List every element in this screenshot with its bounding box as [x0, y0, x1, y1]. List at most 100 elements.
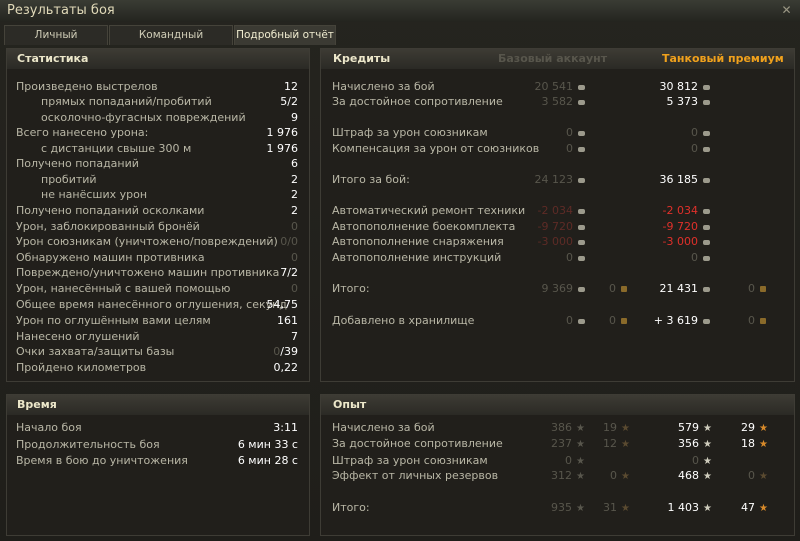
credit-icon — [578, 286, 585, 292]
tab-personal-result[interactable]: Личный результат — [4, 25, 108, 60]
stat-value: 54,75 — [266, 298, 299, 311]
credit-label: Штраф за урон союзникам — [332, 126, 488, 139]
stat-label: пробитий — [41, 173, 97, 186]
xp-row: Штраф за урон союзникам 0 ★ 0 ★ — [332, 454, 792, 468]
stat-row: с дистанции свыше 300 м 1 976 — [16, 142, 298, 156]
xp-basic-value: 237 — [551, 437, 573, 450]
stats-header: Статистика — [7, 49, 309, 69]
time-label: Время в бою до уничтожения — [16, 454, 188, 467]
gold-icon — [621, 318, 627, 324]
credit-label: Добавлено в хранилище — [332, 314, 475, 327]
credit-basic-value: 24 123 — [534, 173, 574, 186]
credit-icon — [578, 255, 585, 261]
credit-basic: -2 034 — [538, 204, 585, 218]
stat-label: Очки захвата/защиты базы — [16, 345, 175, 358]
credit-label: Компенсация за урон от союзников — [332, 142, 540, 155]
stat-value: 161 — [277, 314, 298, 327]
credit-premium: 21 431 — [659, 282, 710, 296]
time-row: Продолжительность боя 6 мин 33 с — [16, 438, 298, 452]
close-icon[interactable]: ✕ — [779, 3, 794, 18]
credit-premium-value: 0 — [691, 251, 698, 264]
credit-label: За достойное сопротивление — [332, 95, 503, 108]
xp-premium-free: 29 ★ — [741, 421, 768, 436]
credit-icon — [578, 99, 585, 105]
credit-premium-value: 21 431 — [659, 282, 699, 295]
stat-row: Пройдено километров 0,22 — [16, 361, 298, 375]
tab-detailed-report[interactable]: Подробный отчёт — [234, 25, 336, 45]
credit-premium-value: 5 373 — [666, 95, 699, 108]
time-label: Продолжительность боя — [16, 438, 160, 451]
stat-value: 7 — [291, 330, 298, 343]
time-header-label: Время — [17, 398, 57, 411]
stat-row: Всего нанесено урона: 1 976 — [16, 126, 298, 140]
stat-label: Урон, нанесённый с вашей помощью — [16, 282, 231, 295]
xp-basic-free-value: 0 — [610, 469, 618, 482]
xp-basic-free: 31 ★ — [603, 501, 630, 516]
stat-value: 0 — [291, 251, 298, 264]
time-value: 3:11 — [273, 421, 298, 434]
xp-premium: 468 ★ — [678, 469, 712, 484]
free-xp-star-icon: ★ — [621, 503, 630, 514]
credit-basic-gold: 0 — [609, 314, 627, 328]
stat-value: 5/2 — [280, 95, 298, 108]
xp-basic: 935 ★ — [551, 501, 585, 516]
gold-icon — [621, 286, 627, 292]
credit-premium: -3 000 — [663, 235, 710, 249]
credit-premium-gold: 0 — [748, 282, 766, 296]
free-xp-star-icon: ★ — [759, 503, 768, 514]
stat-label: Произведено выстрелов — [16, 80, 158, 93]
xp-premium-free-value: 29 — [741, 421, 756, 434]
stat-row: Урон, заблокированный бронёй 0 — [16, 220, 298, 234]
stat-value: 0,22 — [273, 361, 299, 374]
credit-icon — [703, 177, 710, 183]
stat-label: Нанесено оглушений — [16, 330, 140, 343]
stat-row: не нанёсших урон 2 — [16, 188, 298, 202]
free-xp-star-icon: ★ — [759, 423, 768, 434]
tab-team-result[interactable]: Командный результат — [109, 25, 233, 60]
credit-label: Итого за бой: — [332, 173, 410, 186]
credit-icon — [703, 84, 710, 90]
credit-premium: 0 — [691, 126, 710, 140]
stat-row: осколочно-фугасных повреждений 9 — [16, 111, 298, 125]
credit-basic-gold: 0 — [609, 282, 627, 296]
credit-basic-value: 20 541 — [534, 80, 574, 93]
xp-basic-free: 19 ★ — [603, 421, 630, 436]
xp-basic: 386 ★ — [551, 421, 585, 436]
credit-premium-value: -2 034 — [662, 204, 698, 217]
credit-premium-value: 0 — [691, 142, 698, 155]
credit-premium: -2 034 — [663, 204, 710, 218]
credits-header: Кредиты Базовый аккаунт Танковый премиум — [321, 49, 794, 69]
stat-row: Произведено выстрелов 12 — [16, 80, 298, 94]
xp-row: За достойное сопротивление 237 ★ 12 ★ 356 ★ 18 ★ — [332, 437, 792, 451]
gold-icon — [760, 318, 766, 324]
battle-results-window: Результаты боя ✕ Личный результат Команд… — [0, 0, 800, 541]
star-icon: ★ — [703, 423, 712, 434]
stat-label: Повреждено/уничтожено машин противника — [16, 266, 280, 279]
credit-label: Автопополнение боекомплекта — [332, 220, 516, 233]
xp-header: Опыт — [321, 395, 794, 415]
stat-label: Урон союзникам (уничтожено/повреждений) — [16, 235, 278, 248]
credit-basic-value: 9 369 — [541, 282, 574, 295]
xp-basic-free: 0 ★ — [610, 469, 630, 484]
xp-premium-value: 579 — [678, 421, 700, 434]
xp-premium-free: 18 ★ — [741, 437, 768, 452]
xp-premium-free-value: 18 — [741, 437, 756, 450]
credit-basic: 3 582 — [542, 95, 585, 109]
stat-label: с дистанции свыше 300 м — [41, 142, 192, 155]
stat-value: 0 — [291, 282, 298, 295]
credit-icon — [703, 318, 710, 324]
star-icon: ★ — [703, 471, 712, 482]
credit-premium-value: 36 185 — [659, 173, 699, 186]
credit-basic-value: 0 — [566, 251, 573, 264]
time-header: Время — [7, 395, 309, 415]
credit-row: Штраф за урон союзникам 0 0 — [332, 126, 792, 140]
gold-premium-value: 0 — [748, 282, 755, 295]
xp-basic: 237 ★ — [551, 437, 585, 452]
xp-premium-free: 0 ★ — [748, 469, 768, 484]
xp-premium-value: 1 403 — [667, 501, 700, 514]
star-icon: ★ — [576, 456, 585, 467]
xp-basic: 312 ★ — [551, 469, 585, 484]
stat-row: Получено попаданий 6 — [16, 157, 298, 171]
credit-premium-gold: 0 — [748, 314, 766, 328]
credit-basic: 0 — [566, 142, 585, 156]
